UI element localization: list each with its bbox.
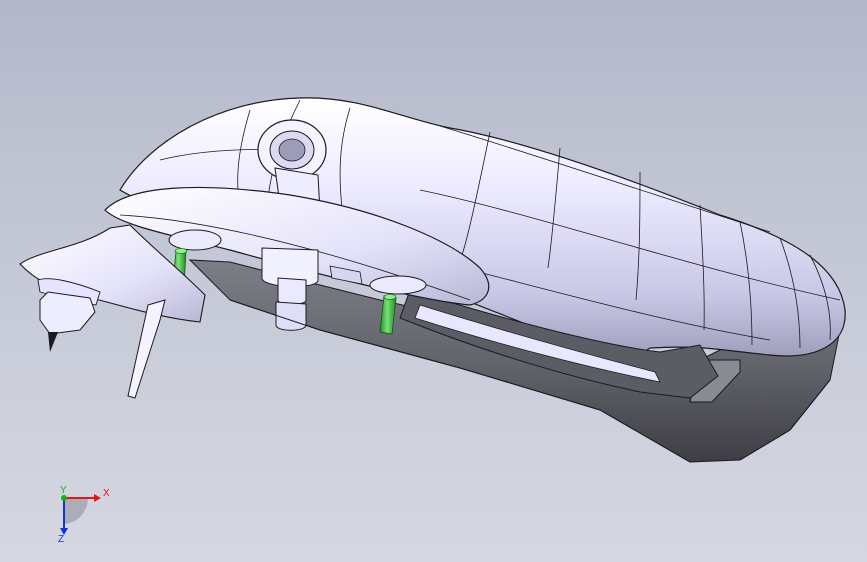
triad-plane-shading — [64, 498, 89, 524]
orientation-triad[interactable]: X Y Z — [48, 484, 118, 544]
triad-x-label: X — [103, 488, 110, 499]
triad-z-label: Z — [58, 534, 64, 544]
triad-y-label: Y — [60, 485, 67, 496]
cad-model-view[interactable] — [0, 0, 867, 562]
graphics-viewport[interactable]: X Y Z — [0, 0, 867, 562]
triad-x-arrow — [94, 494, 101, 502]
